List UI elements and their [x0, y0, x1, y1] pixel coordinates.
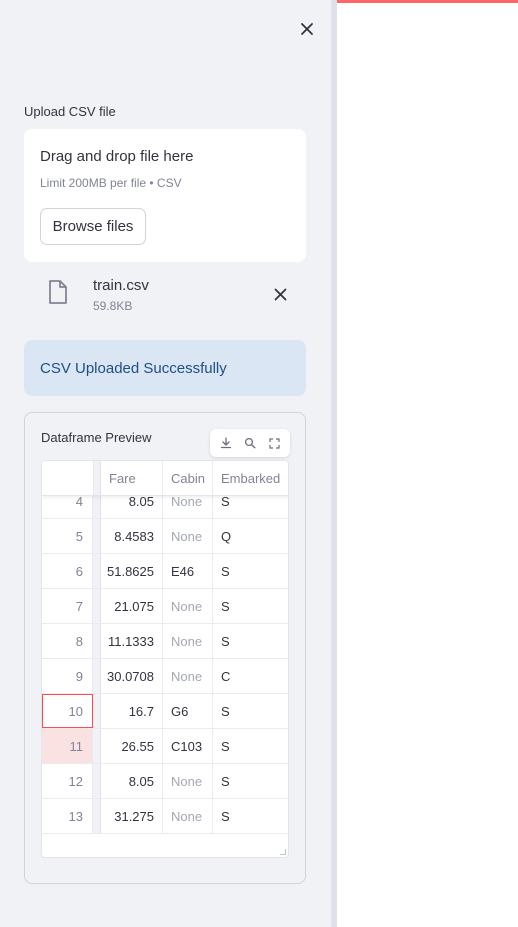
embarked-cell[interactable]: S	[213, 764, 288, 798]
cabin-cell[interactable]: E46	[163, 554, 213, 588]
embarked-cell[interactable]: S	[213, 729, 288, 763]
row-index-cell[interactable]: 10	[42, 694, 93, 728]
fare-cell[interactable]: 31.275	[101, 799, 163, 833]
row-gap	[93, 589, 101, 623]
cabin-cell[interactable]: None	[163, 764, 213, 798]
sidebar: Upload CSV file Drag and drop file here …	[0, 0, 331, 927]
dropzone-title: Drag and drop file here	[40, 148, 194, 165]
dataframe-title: Dataframe Preview	[41, 430, 152, 445]
index-header	[42, 461, 93, 495]
search-icon	[244, 437, 256, 449]
embarked-cell[interactable]: C	[213, 659, 288, 693]
file-name: train.csv	[93, 277, 149, 294]
row-index-cell[interactable]: 12	[42, 764, 93, 798]
uploaded-file: train.csv 59.8KB	[24, 270, 306, 318]
close-icon	[301, 23, 313, 35]
fare-cell[interactable]: 26.55	[101, 729, 163, 763]
table-row: 8 11.1333 None S	[42, 624, 288, 659]
cabin-cell[interactable]: None	[163, 589, 213, 623]
column-header-cabin[interactable]: Cabin	[163, 461, 213, 495]
fullscreen-icon	[268, 437, 280, 449]
search-button[interactable]	[242, 435, 258, 451]
table-row: 7 21.075 None S	[42, 589, 288, 624]
row-index-cell[interactable]: 6	[42, 554, 93, 588]
embarked-cell[interactable]: S	[213, 624, 288, 658]
download-icon	[220, 437, 232, 449]
cabin-cell[interactable]: None	[163, 519, 213, 553]
browse-files-button[interactable]: Browse files	[40, 208, 146, 245]
row-gap	[93, 659, 101, 693]
row-index-cell[interactable]: 8	[42, 624, 93, 658]
cabin-cell[interactable]: None	[163, 624, 213, 658]
dropzone-limit: Limit 200MB per file • CSV	[40, 176, 182, 190]
table-row: 6 51.8625 E46 S	[42, 554, 288, 589]
fare-cell[interactable]: 11.1333	[101, 624, 163, 658]
row-gap	[93, 799, 101, 833]
cabin-cell[interactable]: None	[163, 799, 213, 833]
fare-cell[interactable]: 51.8625	[101, 554, 163, 588]
download-button[interactable]	[218, 435, 234, 451]
grid-header: Fare Cabin Embarked	[42, 461, 288, 496]
upload-label: Upload CSV file	[24, 104, 116, 119]
table-row: 12 8.05 None S	[42, 764, 288, 799]
remove-file-icon	[274, 288, 286, 300]
fare-cell[interactable]: 30.0708	[101, 659, 163, 693]
embarked-cell[interactable]: S	[213, 589, 288, 623]
table-row: 11 26.55 C103 S	[42, 729, 288, 764]
fare-cell[interactable]: 8.4583	[101, 519, 163, 553]
row-gap	[93, 729, 101, 763]
data-grid[interactable]: 353.1C123S48.05NoneS58.4583NoneQ651.8625…	[41, 460, 289, 858]
table-row: 5 8.4583 None Q	[42, 519, 288, 554]
row-gap	[93, 519, 101, 553]
row-index-cell[interactable]: 9	[42, 659, 93, 693]
fare-cell[interactable]: 16.7	[101, 694, 163, 728]
cabin-cell[interactable]: G6	[163, 694, 213, 728]
column-header-embarked[interactable]: Embarked	[213, 461, 288, 495]
grid-body: 353.1C123S48.05NoneS58.4583NoneQ651.8625…	[42, 461, 288, 834]
cabin-cell[interactable]: C103	[163, 729, 213, 763]
row-index-cell[interactable]: 5	[42, 519, 93, 553]
table-row: 10 16.7 G6 S	[42, 694, 288, 729]
table-row: 13 31.275 None S	[42, 799, 288, 834]
dataframe-container: Dataframe Preview 353.1C123S48.05NoneS	[24, 412, 306, 884]
sidebar-resize-handle[interactable]	[331, 0, 337, 927]
file-icon	[49, 280, 67, 304]
fare-cell[interactable]: 8.05	[101, 764, 163, 798]
embarked-cell[interactable]: S	[213, 799, 288, 833]
column-header-fare[interactable]: Fare	[101, 461, 163, 495]
grid-resize-handle[interactable]	[280, 849, 286, 855]
row-index-cell[interactable]: 13	[42, 799, 93, 833]
dataframe-toolbar	[210, 429, 290, 457]
close-sidebar-button[interactable]	[296, 18, 318, 40]
row-index-cell[interactable]: 7	[42, 589, 93, 623]
file-size: 59.8KB	[93, 299, 133, 313]
row-gap	[93, 624, 101, 658]
success-alert: CSV Uploaded Successfully	[24, 340, 306, 396]
row-index-cell[interactable]: 11	[42, 729, 93, 763]
row-gap	[93, 694, 101, 728]
row-gap	[93, 554, 101, 588]
embarked-cell[interactable]: S	[213, 694, 288, 728]
row-gap	[93, 764, 101, 798]
table-row: 9 30.0708 None C	[42, 659, 288, 694]
remove-file-button[interactable]	[270, 284, 290, 304]
success-alert-text: CSV Uploaded Successfully	[40, 360, 227, 377]
fullscreen-button[interactable]	[266, 435, 282, 451]
embarked-cell[interactable]: Q	[213, 519, 288, 553]
embarked-cell[interactable]: S	[213, 554, 288, 588]
fare-cell[interactable]: 21.075	[101, 589, 163, 623]
file-dropzone[interactable]: Drag and drop file here Limit 200MB per …	[24, 129, 306, 262]
cabin-cell[interactable]: None	[163, 659, 213, 693]
